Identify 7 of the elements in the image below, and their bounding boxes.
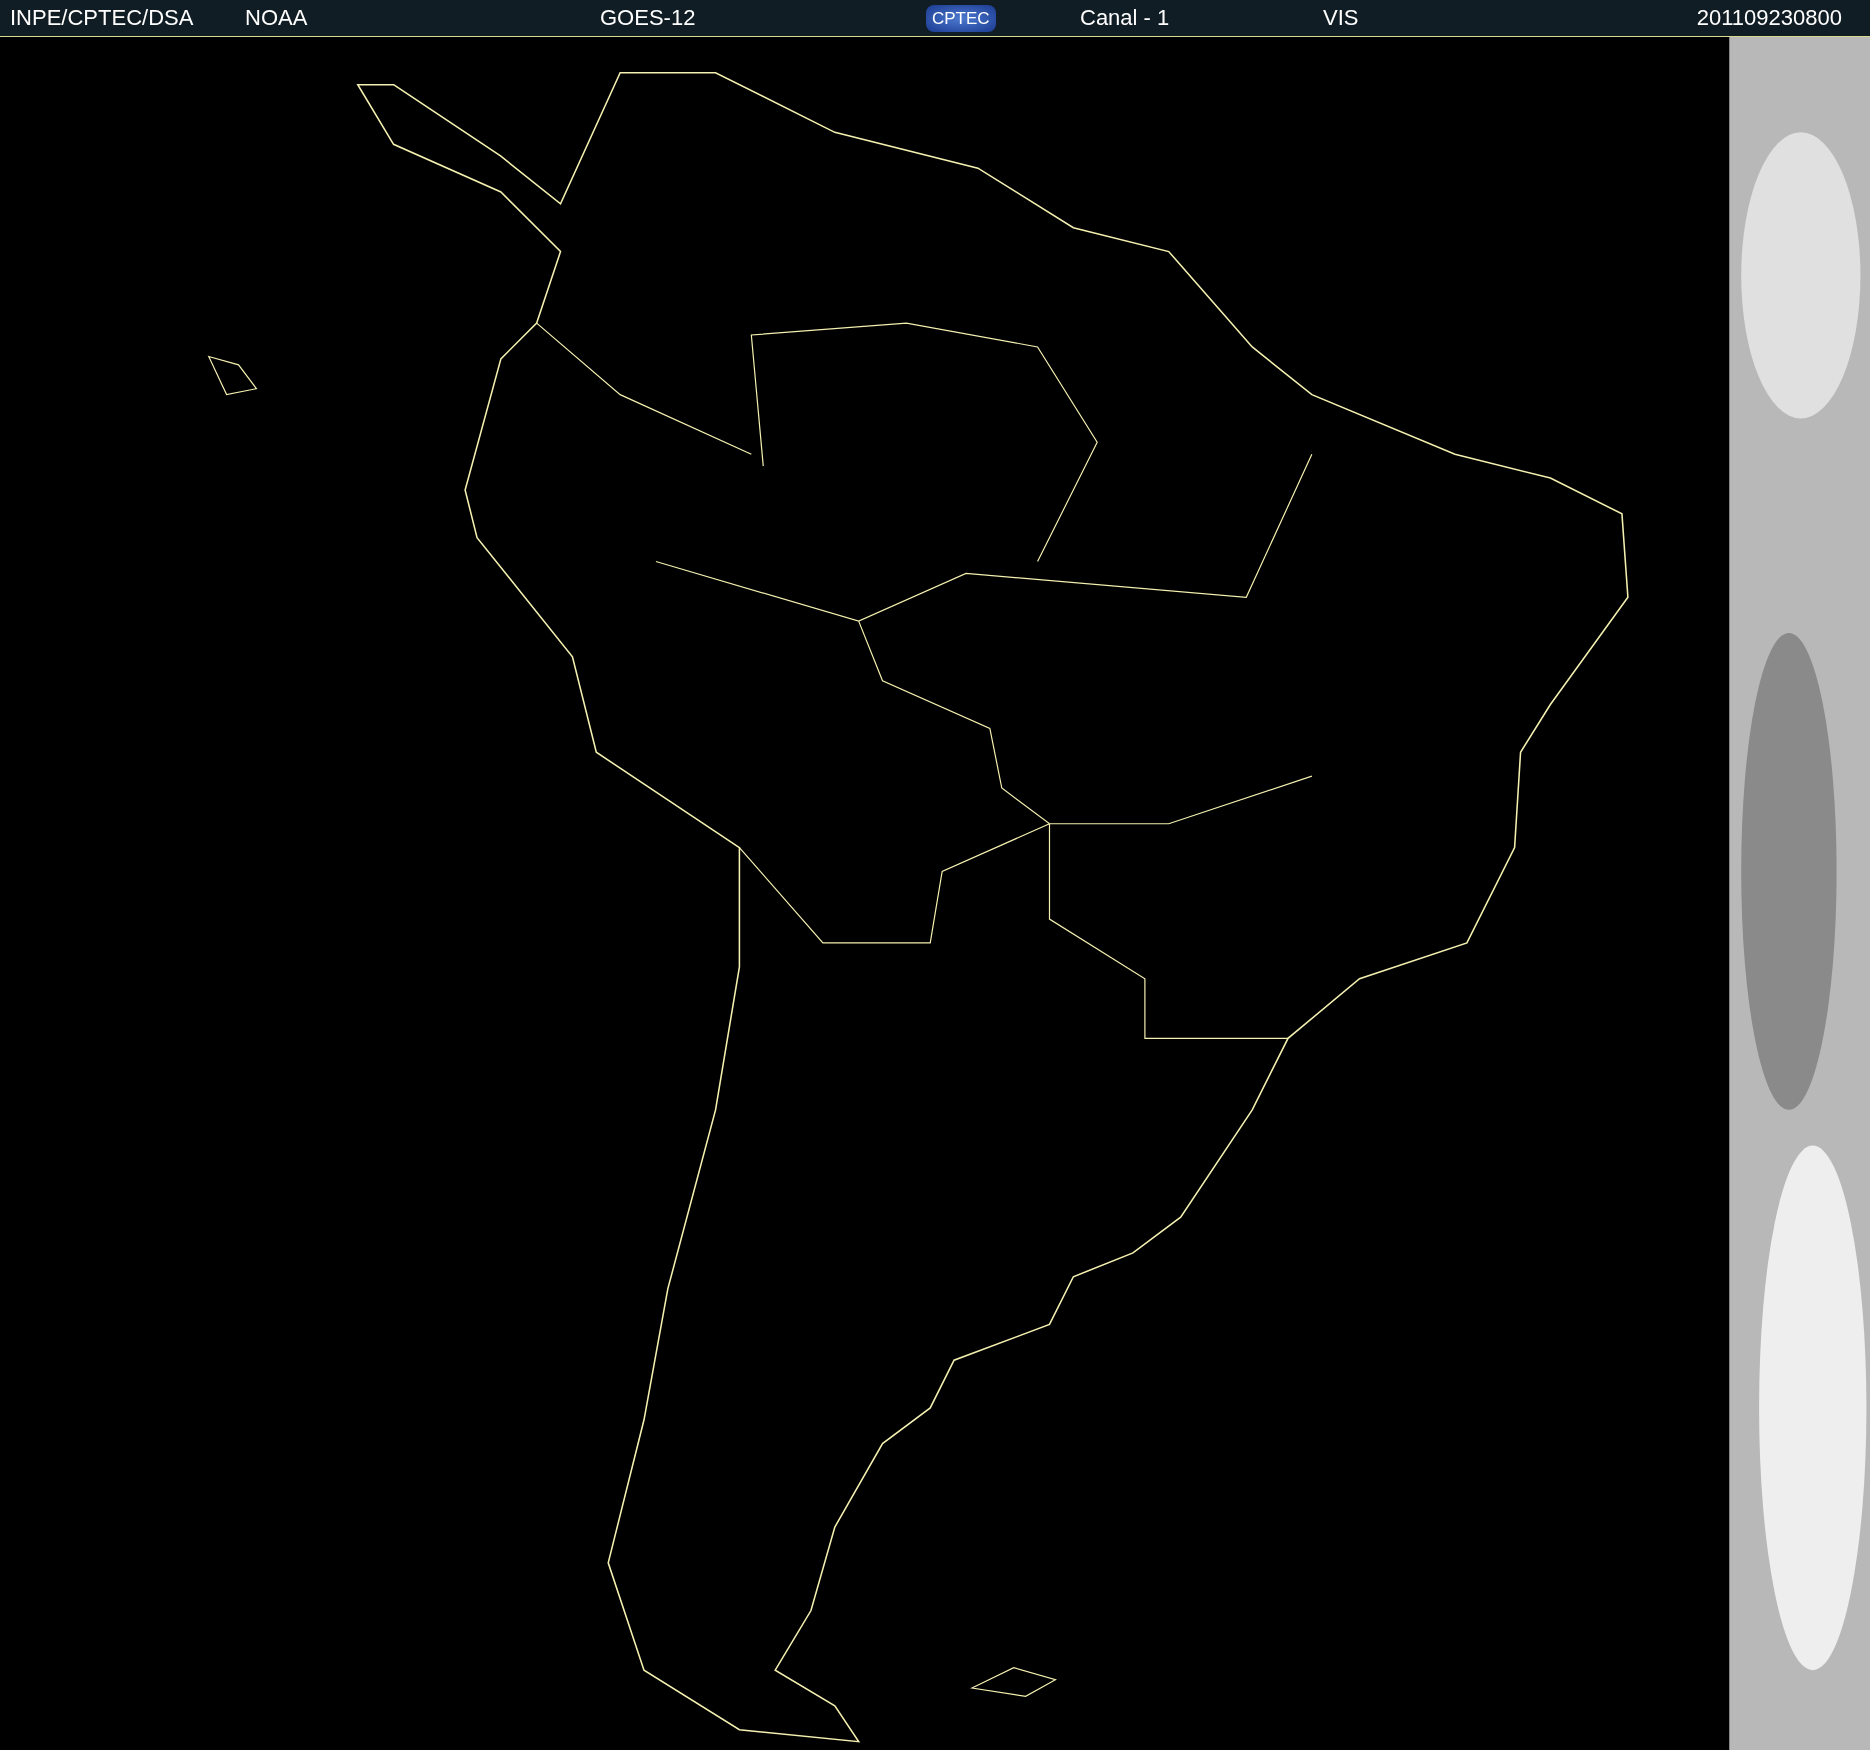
timestamp-label: 201109230800: [1696, 5, 1842, 31]
band-label: VIS: [1323, 5, 1359, 31]
logo: CPTEC: [926, 4, 996, 32]
satellite-label: GOES-12: [600, 5, 696, 31]
channel-label: Canal - 1: [1080, 5, 1170, 31]
source-label: INPE/CPTEC/DSA: [10, 5, 194, 31]
agency-label: NOAA: [245, 5, 308, 31]
